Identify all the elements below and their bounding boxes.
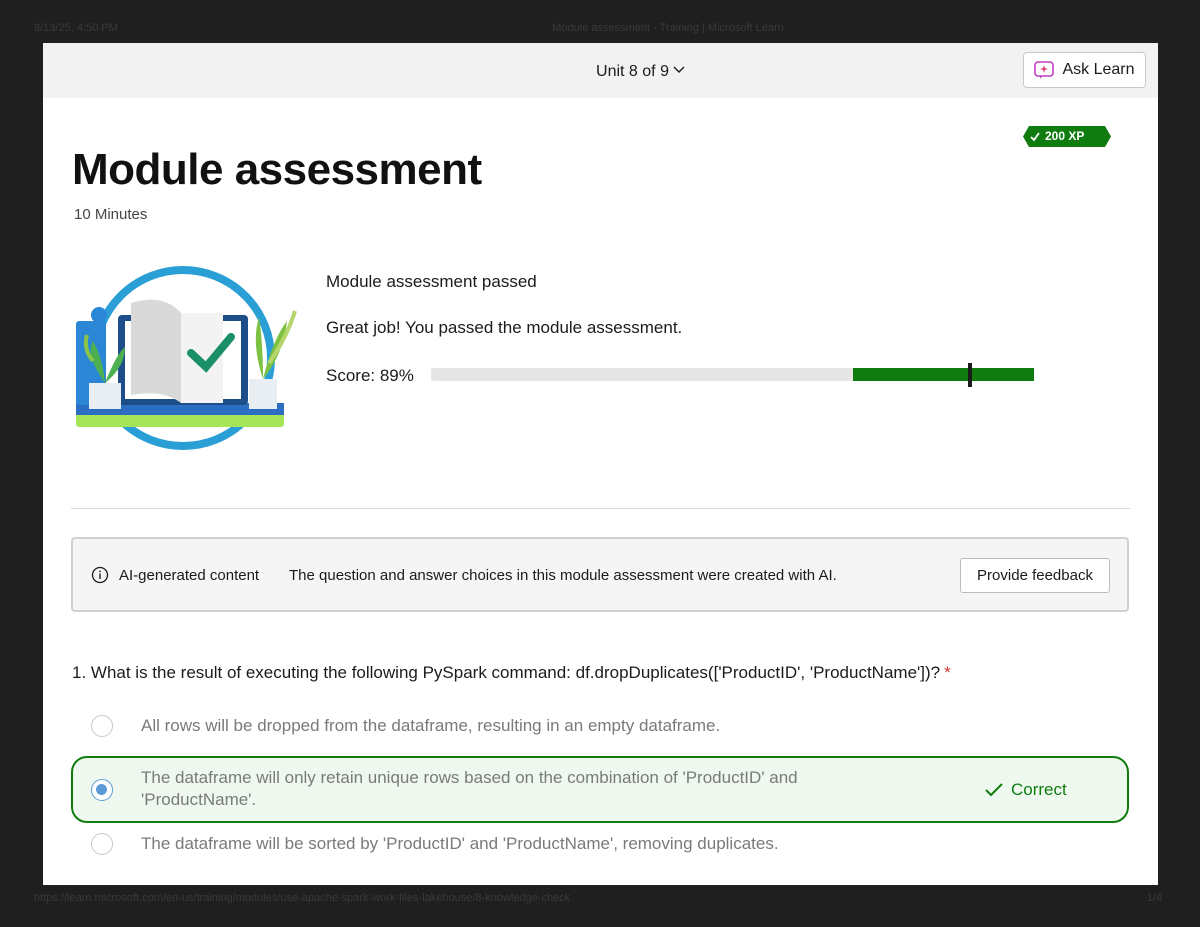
print-footer: https://learn.microsoft.com/en-us/traini… — [0, 892, 1200, 908]
chevron-down-icon — [673, 61, 685, 79]
unit-topbar: Unit 8 of 9 Ask Learn — [43, 43, 1158, 98]
radio-button-selected[interactable] — [91, 779, 113, 801]
answer-option-3[interactable]: The dataframe will be sorted by 'Product… — [71, 831, 1129, 859]
answer-option-text: The dataframe will only retain unique ro… — [141, 768, 798, 809]
radio-button[interactable] — [91, 715, 113, 737]
result-message: Great job! You passed the module assessm… — [326, 318, 683, 337]
print-page-number: 1/4 — [1146, 892, 1162, 904]
answer-option-2-selected[interactable]: The dataframe will only retain unique ro… — [71, 756, 1129, 823]
required-marker: * — [944, 663, 951, 682]
unit-navigation-dropdown[interactable]: Unit 8 of 9 — [43, 61, 1158, 81]
assessment-passed-illustration — [76, 266, 297, 450]
correct-feedback: Correct — [985, 780, 1067, 800]
ai-notice-text: The question and answer choices in this … — [289, 567, 837, 584]
question-label: 1. What is the result of executing the f… — [72, 663, 941, 682]
print-page-title: Module assessment - Training | Microsoft… — [552, 22, 784, 34]
page-title: Module assessment — [72, 145, 482, 194]
section-divider — [71, 508, 1130, 509]
duration-label: 10 Minutes — [74, 206, 148, 223]
answer-option-text: The dataframe will be sorted by 'Product… — [141, 834, 779, 853]
question-text: 1. What is the result of executing the f… — [72, 663, 951, 683]
checkmark-icon — [985, 783, 1003, 797]
ask-learn-label: Ask Learn — [1062, 61, 1135, 78]
xp-amount: 200 XP — [1045, 129, 1085, 143]
score-bar-passing-range — [853, 368, 1034, 381]
result-heading: Module assessment passed — [326, 272, 537, 291]
provide-feedback-button[interactable]: Provide feedback — [960, 558, 1110, 593]
ai-content-notice: AI-generated content The question and an… — [71, 537, 1129, 612]
answer-option-1[interactable]: All rows will be dropped from the datafr… — [71, 713, 1129, 741]
correct-label: Correct — [1011, 780, 1067, 799]
radio-button[interactable] — [91, 833, 113, 855]
page-content: Unit 8 of 9 Ask Learn 200 XP Module asse… — [43, 43, 1158, 885]
info-icon — [91, 566, 109, 584]
score-marker — [968, 363, 972, 387]
ai-notice-label: AI-generated content — [119, 567, 260, 584]
ask-learn-icon — [1034, 61, 1055, 79]
print-url: https://learn.microsoft.com/en-us/traini… — [34, 892, 571, 904]
score-label: Score: 89% — [326, 366, 414, 385]
xp-badge: 200 XP — [1023, 126, 1111, 147]
print-header: 8/13/25, 4:50 PM Module assessment - Tra… — [0, 22, 1200, 38]
answer-option-text: All rows will be dropped from the datafr… — [141, 716, 721, 735]
ask-learn-button[interactable]: Ask Learn — [1023, 52, 1146, 88]
unit-label: Unit 8 of 9 — [596, 63, 669, 80]
